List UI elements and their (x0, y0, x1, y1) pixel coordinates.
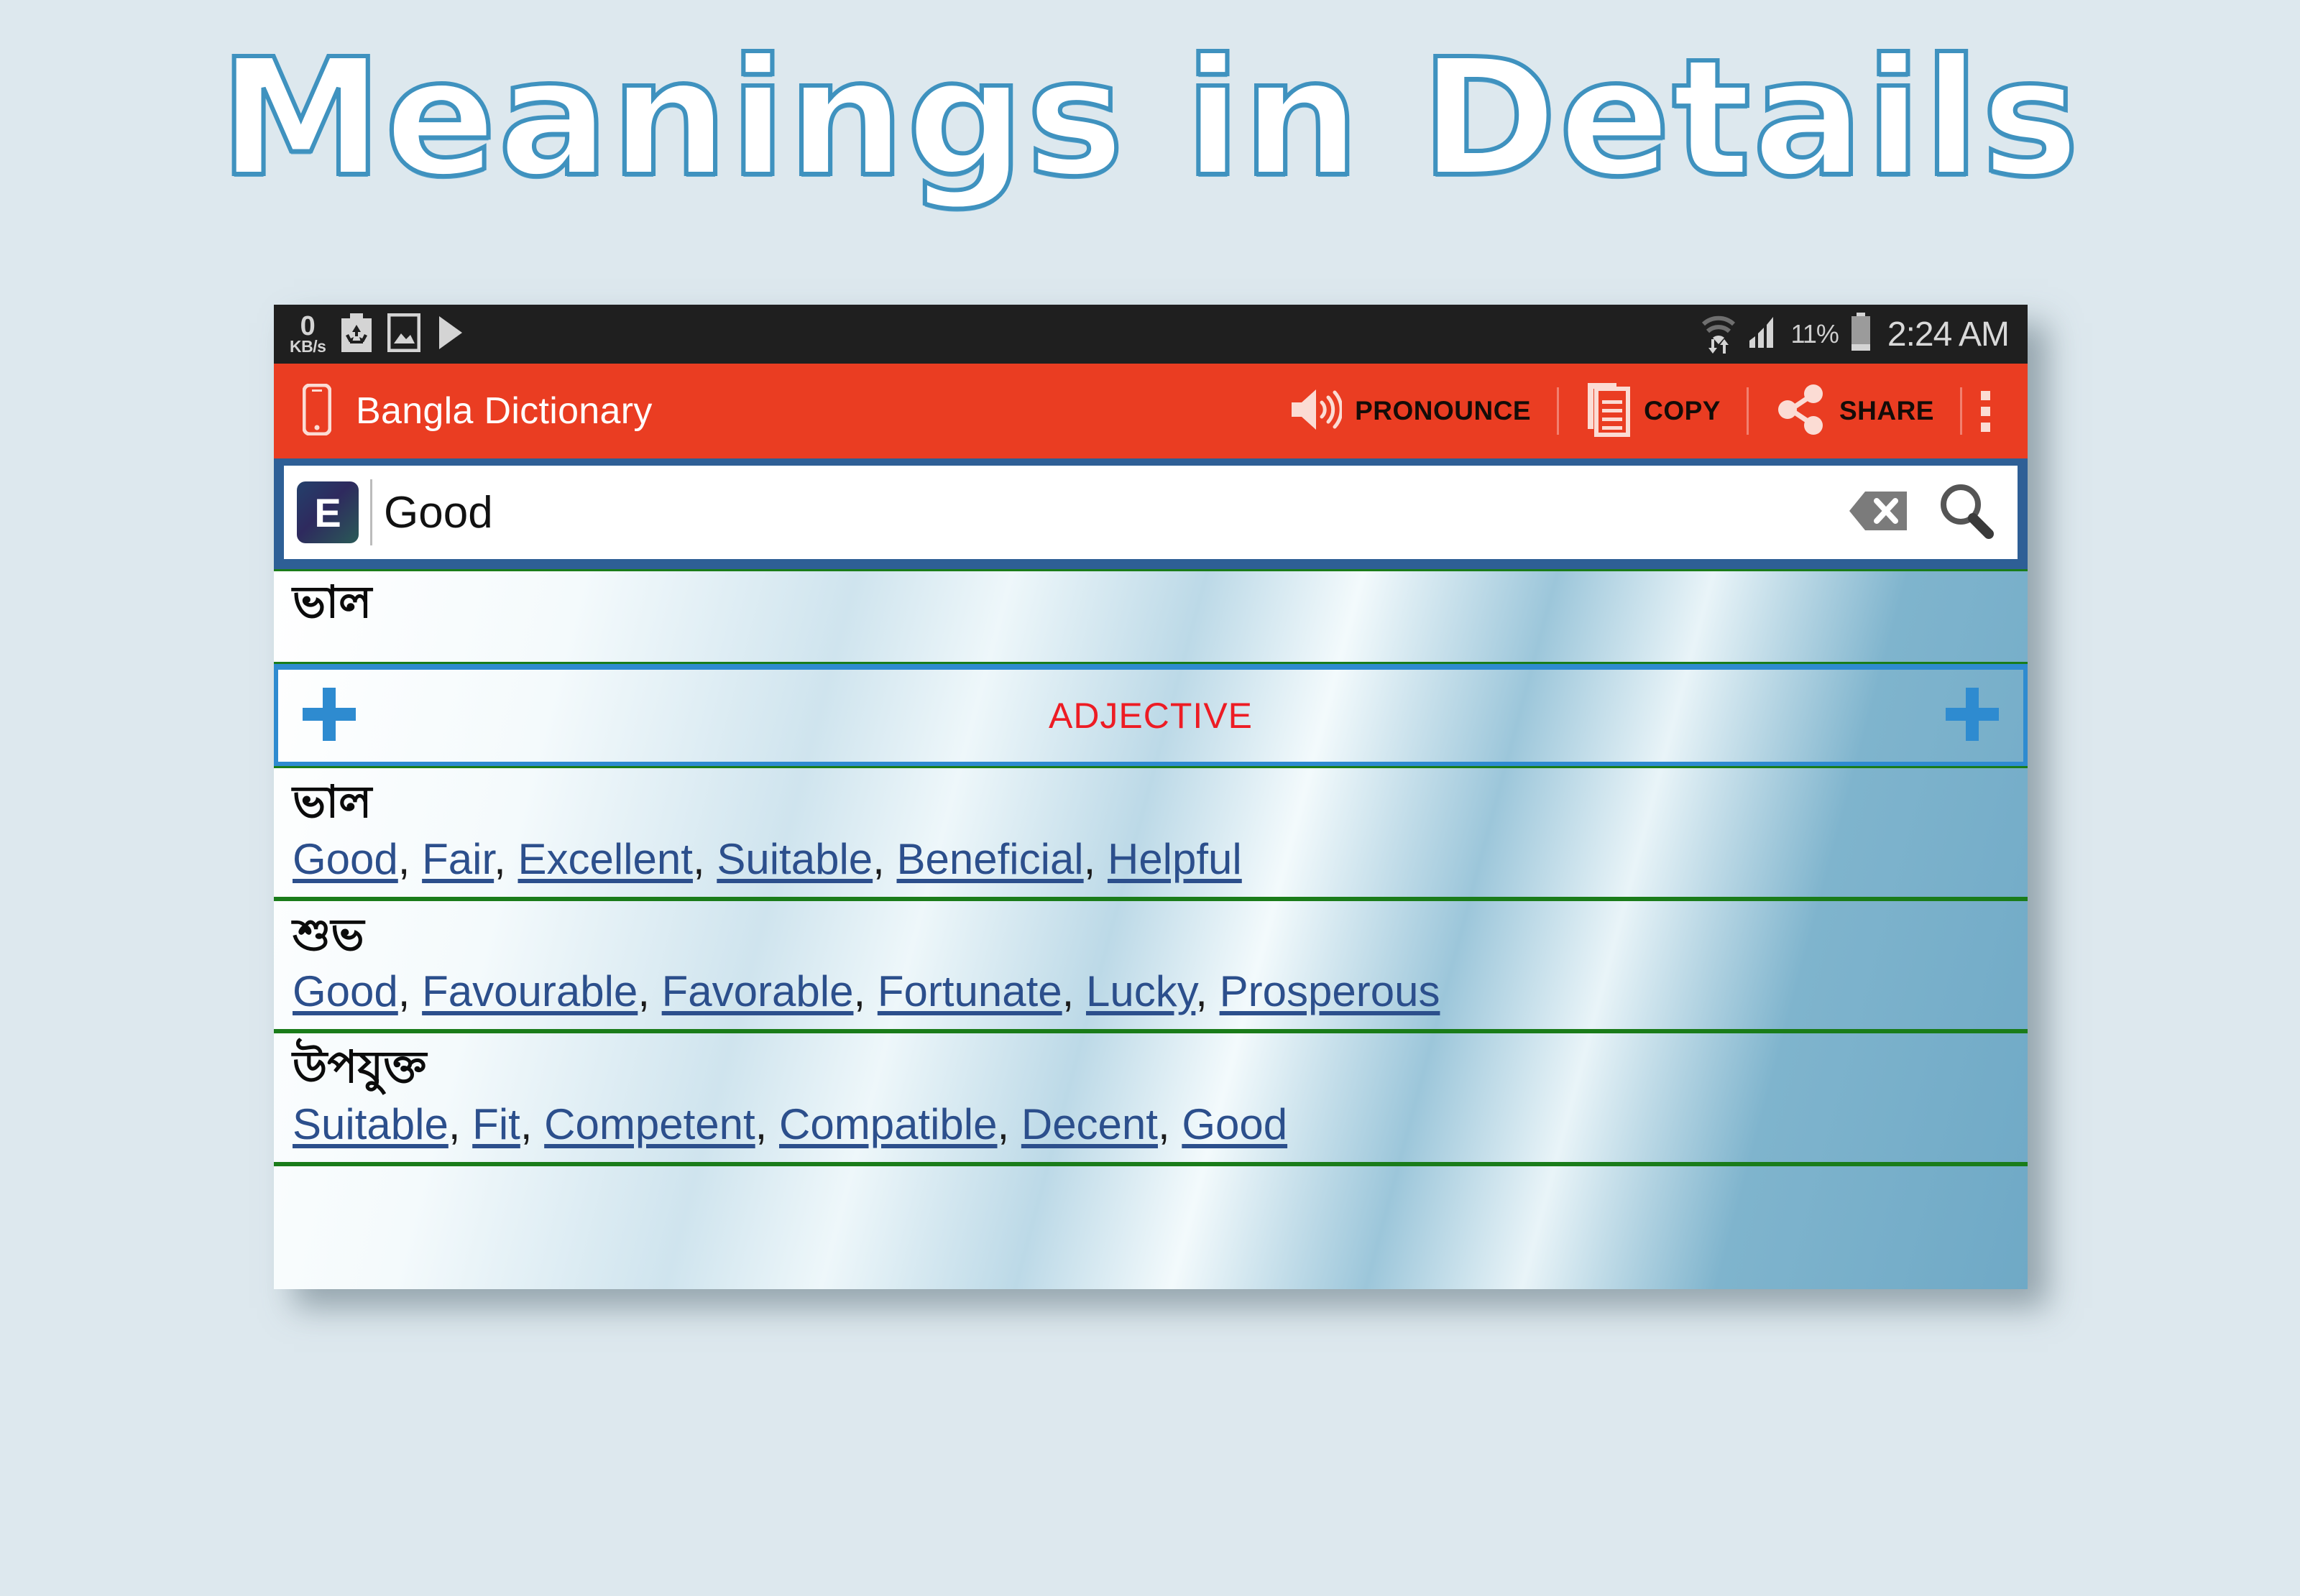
language-badge[interactable]: E (297, 481, 359, 543)
copy-label: COPY (1644, 396, 1721, 425)
backspace-clear-icon[interactable] (1848, 489, 1910, 537)
search-input[interactable]: Good (384, 487, 493, 538)
separator: , (448, 1099, 473, 1148)
status-bar-left: 0 KB/s (290, 313, 465, 356)
meaning-row[interactable]: উপযুক্ত Suitable, Fit, Competent, Compat… (274, 1031, 2028, 1165)
part-of-speech-label: ADJECTIVE (1048, 696, 1254, 736)
separator: , (1157, 1099, 1182, 1148)
synonym-link[interactable]: Good (293, 967, 398, 1015)
separator: , (853, 967, 878, 1016)
headword-row: ভাল (274, 569, 2028, 664)
synonym-link[interactable]: Favorable (662, 967, 854, 1015)
plus-icon[interactable] (297, 682, 362, 750)
battery-icon (1849, 312, 1873, 356)
separator: , (997, 1099, 1021, 1148)
separator: , (692, 834, 717, 883)
banner-title: Meanings in Details (217, 24, 2082, 213)
data-rate-value: 0 (300, 310, 316, 341)
speaker-icon (1287, 385, 1343, 438)
separator: , (494, 834, 518, 883)
recycle-icon (341, 313, 372, 356)
data-rate-unit: KB/s (290, 336, 326, 356)
overflow-dot (1981, 390, 1990, 400)
synonym-link[interactable]: Suitable (717, 835, 873, 883)
synonym-link[interactable]: Favourable (422, 967, 638, 1015)
search-bar-frame: E Good (274, 458, 2028, 569)
battery-percent: 11% (1790, 319, 1839, 349)
separator: , (638, 967, 662, 1016)
status-bar: 0 KB/s 11% 2:24 AM (274, 305, 2028, 364)
separator: , (397, 967, 423, 1016)
separator: , (1195, 967, 1220, 1016)
synonym-list[interactable]: Good, Fair, Excellent, Suitable, Benefic… (293, 833, 2009, 885)
share-icon (1775, 384, 1826, 439)
search-bar[interactable]: E Good (284, 466, 2018, 559)
meaning-bengali: উপযুক্ত (293, 1043, 427, 1093)
search-icon[interactable] (1938, 482, 1995, 543)
pronounce-label: PRONOUNCE (1355, 396, 1532, 425)
synonym-link[interactable]: Good (1182, 1100, 1287, 1148)
app-title: Bangla Dictionary (356, 390, 653, 432)
synonym-link[interactable]: Fortunate (878, 967, 1062, 1015)
separator: , (397, 834, 423, 883)
list-bottom-padding (274, 1164, 2028, 1217)
part-of-speech-row: ADJECTIVE (274, 664, 2028, 766)
separator: , (755, 1099, 780, 1148)
synonym-link[interactable]: Excellent (518, 835, 693, 883)
overflow-dot (1981, 406, 1990, 416)
overflow-menu-icon[interactable] (1962, 390, 2015, 432)
caret-divider (370, 479, 372, 545)
data-rate-indicator: 0 KB/s (290, 310, 326, 356)
overflow-dot (1981, 422, 1990, 432)
action-bar-actions: PRONOUNCE COPY SHARE (1261, 364, 2015, 458)
share-label: SHARE (1839, 396, 1934, 425)
signal-icon (1747, 313, 1781, 356)
status-bar-right: 11% 2:24 AM (1701, 312, 2010, 357)
synonym-link[interactable]: Compatible (779, 1100, 998, 1148)
action-bar: Bangla Dictionary PRONOUNCE COPY SHARE (274, 364, 2028, 458)
wifi-icon (1701, 312, 1736, 357)
separator: , (520, 1099, 545, 1148)
share-button[interactable]: SHARE (1749, 364, 1960, 458)
meaning-bengali: ভাল (293, 778, 372, 827)
phone-icon[interactable] (302, 383, 332, 439)
copy-button[interactable]: COPY (1559, 364, 1747, 458)
status-clock: 2:24 AM (1887, 315, 2010, 354)
phone-screenshot: 0 KB/s 11% 2:24 AM Bangla Dictionary PRO… (274, 305, 2028, 1289)
plus-icon[interactable] (1940, 682, 2005, 750)
meaning-bengali: শুভ (293, 910, 364, 960)
results-list[interactable]: ভাল ADJECTIVE ভাল Good, Fair, Excellent,… (274, 569, 2028, 1289)
synonym-link[interactable]: Suitable (293, 1100, 448, 1148)
synonym-list[interactable]: Good, Favourable, Favorable, Fortunate, … (293, 965, 2009, 1018)
synonym-list[interactable]: Suitable, Fit, Competent, Compatible, De… (293, 1098, 2009, 1150)
page-banner: Meanings in Details (0, 24, 2300, 213)
separator: , (1062, 967, 1086, 1016)
synonym-link[interactable]: Fit (472, 1100, 520, 1148)
meaning-row[interactable]: শুভ Good, Favourable, Favorable, Fortuna… (274, 898, 2028, 1032)
separator: , (1083, 834, 1108, 883)
search-bar-icons (1848, 482, 2002, 543)
pronounce-button[interactable]: PRONOUNCE (1261, 364, 1557, 458)
separator: , (873, 834, 897, 883)
copy-icon (1585, 382, 1631, 441)
synonym-link[interactable]: Helpful (1108, 835, 1242, 883)
play-icon (436, 313, 465, 356)
synonym-link[interactable]: Beneficial (896, 835, 1083, 883)
screenshot-icon (387, 313, 421, 356)
headword-bengali: ভাল (293, 578, 372, 627)
synonym-link[interactable]: Decent (1021, 1100, 1158, 1148)
synonym-link[interactable]: Good (293, 835, 398, 883)
meaning-row[interactable]: ভাল Good, Fair, Excellent, Suitable, Ben… (274, 766, 2028, 899)
synonym-link[interactable]: Prosperous (1220, 967, 1440, 1015)
synonym-link[interactable]: Competent (544, 1100, 755, 1148)
synonym-link[interactable]: Lucky (1086, 967, 1195, 1015)
synonym-link[interactable]: Fair (422, 835, 494, 883)
